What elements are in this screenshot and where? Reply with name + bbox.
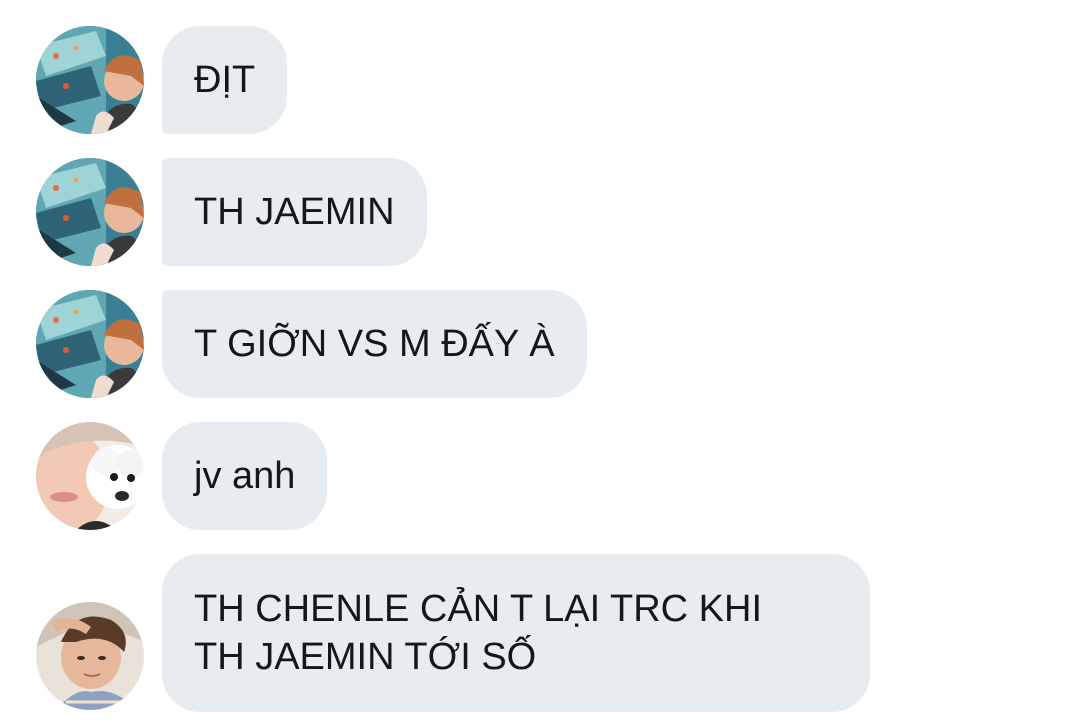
message-thread: ĐỊT TH JAEMIN T GIỠN VS M ĐẤY À jv anh T…	[0, 0, 1080, 724]
avatar-boy-with-dog-image	[36, 422, 144, 530]
message-bubble[interactable]: TH CHENLE CẢN T LẠI TRC KHI TH JAEMIN TỚ…	[162, 554, 870, 712]
message-text-line: TH JAEMIN TỚI SỐ	[194, 636, 537, 678]
message-text: jv anh	[194, 455, 296, 497]
avatar[interactable]	[36, 26, 144, 134]
message-bubble[interactable]: T GIỠN VS M ĐẤY À	[162, 290, 587, 398]
message-text-line: TH CHENLE CẢN T LẠI TRC KHI	[194, 588, 763, 630]
message-bubble[interactable]: TH JAEMIN	[162, 158, 427, 266]
avatar[interactable]	[36, 290, 144, 398]
message-row: TH JAEMIN	[0, 158, 1080, 266]
avatar[interactable]	[36, 422, 144, 530]
message-text: T GIỠN VS M ĐẤY À	[194, 323, 555, 365]
message-text: ĐỊT	[194, 59, 256, 101]
message-text: TH JAEMIN	[194, 191, 395, 233]
avatar[interactable]	[36, 158, 144, 266]
avatar-aquarium-boy-image	[36, 290, 144, 398]
message-row: ĐỊT	[0, 26, 1080, 134]
avatar-boy-lying-down-image	[36, 602, 144, 710]
avatar-aquarium-boy-image	[36, 26, 144, 134]
message-bubble[interactable]: jv anh	[162, 422, 328, 530]
message-row: TH CHENLE CẢN T LẠI TRC KHI TH JAEMIN TỚ…	[0, 554, 1080, 712]
message-row: T GIỠN VS M ĐẤY À	[0, 290, 1080, 398]
avatar[interactable]	[36, 602, 144, 710]
message-bubble[interactable]: ĐỊT	[162, 26, 288, 134]
message-row: jv anh	[0, 422, 1080, 530]
avatar-aquarium-boy-image	[36, 158, 144, 266]
